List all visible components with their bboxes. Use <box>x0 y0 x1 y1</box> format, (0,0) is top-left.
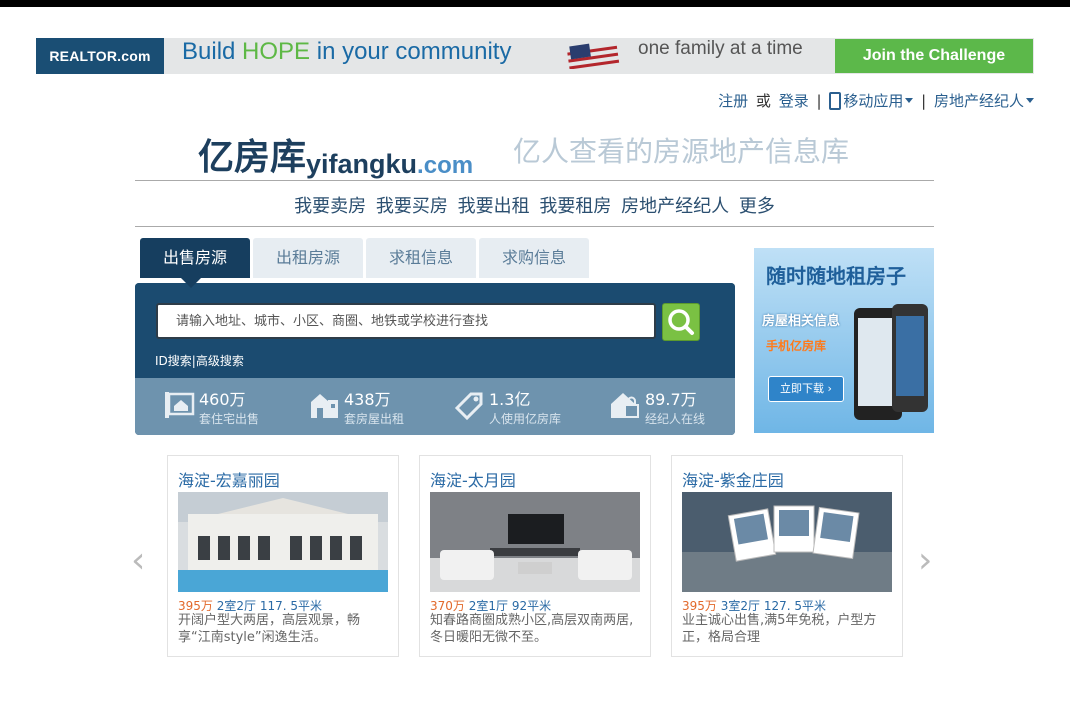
active-tab-pointer <box>181 278 201 288</box>
tab-for-rent[interactable]: 出租房源 <box>253 238 363 278</box>
search-button[interactable] <box>662 303 700 341</box>
top-black-bar <box>0 0 1070 7</box>
mobile-phone-icon <box>829 91 842 110</box>
search-links: ID搜索|高级搜索 <box>155 352 244 369</box>
divider-line <box>135 226 934 227</box>
phone-image <box>892 304 928 412</box>
tab-wanted-rent[interactable]: 求租信息 <box>366 238 476 278</box>
listing-info: 2室1厅 92平米 <box>468 599 552 613</box>
stat-value: 438万 <box>344 390 391 409</box>
listing-price: 395万 <box>178 599 213 613</box>
logo-en: yifangku <box>306 149 418 179</box>
nav-rent[interactable]: 我要租房 <box>539 196 611 217</box>
divider: | <box>816 91 822 110</box>
carousel-prev-button[interactable]: ‹ <box>131 543 145 579</box>
hope-suffix: in your community <box>310 38 512 65</box>
listing-title[interactable]: 海淀-太月园 <box>430 467 516 491</box>
nav-agents[interactable]: 房地产经纪人 <box>621 196 729 217</box>
listing-card[interactable]: 海淀-紫金庄园 395万 3室2厅 127. 5平米 业主诚心出售,满5年免税，… <box>671 455 903 657</box>
family-slogan: one family at a time <box>638 38 803 59</box>
login-link[interactable]: 登录 <box>779 90 809 111</box>
chevron-down-icon <box>905 98 914 103</box>
site-logo[interactable]: 亿房库yifangku.com <box>198 128 473 180</box>
nav-buy[interactable]: 我要买房 <box>376 196 448 217</box>
ad-line2: 手机亿房库 <box>766 339 827 353</box>
listing-card[interactable]: 海淀-宏嘉丽园 395万 2室2厅 117. 5平米 开阔户型大两居，高层观景，… <box>167 455 399 657</box>
or-text: 或 <box>755 92 771 110</box>
mobile-app-ad[interactable]: 随时随地租房子 房屋相关信息 手机亿房库 立即下载 › <box>754 248 934 433</box>
listing-price: 370万 <box>430 599 465 613</box>
stat-label: 套房屋出租 <box>344 412 405 426</box>
search-panel: ID搜索|高级搜索 460万 套住宅出售 438万 套房屋出租 1.3亿 人使用… <box>135 283 735 435</box>
tab-wanted-buy[interactable]: 求购信息 <box>479 238 589 278</box>
hope-word: HOPE <box>242 38 311 65</box>
nav-sell[interactable]: 我要卖房 <box>294 196 366 217</box>
flag-icon <box>564 43 624 69</box>
listing-price: 395万 <box>682 599 717 613</box>
stat-value: 89.7万 <box>645 390 697 409</box>
hope-prefix: Build <box>182 38 243 65</box>
chevron-down-icon <box>1026 98 1034 103</box>
join-challenge-button[interactable]: Join the Challenge <box>835 39 1033 73</box>
search-icon <box>668 309 694 335</box>
ad-download-button[interactable]: 立即下载 › <box>768 376 844 402</box>
lock-house-icon <box>611 393 639 418</box>
register-link[interactable]: 注册 <box>718 90 748 111</box>
tag-icon <box>454 392 483 420</box>
stat-value: 1.3亿 <box>489 390 531 409</box>
advanced-search-link[interactable]: 高级搜索 <box>196 354 244 368</box>
nav-more[interactable]: 更多 <box>739 196 775 217</box>
agent-menu[interactable]: 房地产经纪人 <box>934 90 1034 111</box>
nav-rent-out[interactable]: 我要出租 <box>458 196 530 217</box>
logo-domain: .com <box>417 152 474 179</box>
tab-for-sale[interactable]: 出售房源 <box>140 238 250 278</box>
mobile-app-menu[interactable]: 移动应用 <box>829 90 914 111</box>
listing-info: 2室2厅 117. 5平米 <box>216 599 322 613</box>
listing-title[interactable]: 海淀-紫金庄园 <box>682 467 784 491</box>
carousel-next-button[interactable]: › <box>918 543 932 579</box>
promo-banner[interactable]: REALTOR.com Build HOPE in your community… <box>36 38 1034 74</box>
stat-label: 人使用亿房库 <box>489 412 562 426</box>
listing-description: 知春路商圈成熟小区,高层双南两居,冬日暖阳无微不至。 <box>430 613 634 645</box>
divider-line <box>135 180 934 181</box>
mobile-app-label: 移动应用 <box>843 92 904 110</box>
search-input[interactable] <box>156 303 656 339</box>
listing-description: 业主诚心出售,满5年免税，户型方正，格局合理 <box>682 613 877 645</box>
logo-cn: 亿房库 <box>198 137 307 178</box>
house-sale-icon <box>165 392 195 418</box>
listing-title[interactable]: 海淀-宏嘉丽园 <box>178 467 280 491</box>
listing-description: 开阔户型大两居，高层观景，畅享“江南style”闲逸生活。 <box>178 613 361 645</box>
stat-value: 460万 <box>199 390 246 409</box>
stat-label: 经纪人在线 <box>645 412 706 426</box>
agent-menu-label: 房地产经纪人 <box>933 92 1024 110</box>
listing-info: 3室2厅 127. 5平米 <box>720 599 826 613</box>
stat-label: 套住宅出售 <box>199 412 260 426</box>
hope-slogan: Build HOPE in your community <box>182 38 511 74</box>
top-links: 注册 或 登录 | 移动应用 | 房地产经纪人 <box>718 90 1034 112</box>
ad-headline: 随时随地租房子 <box>766 264 906 288</box>
listing-photo[interactable] <box>430 492 640 592</box>
divider: | <box>921 91 927 110</box>
id-search-link[interactable]: ID搜索 <box>155 354 192 368</box>
site-slogan: 亿人查看的房源地产信息库 <box>513 135 850 168</box>
listing-photo[interactable] <box>682 492 892 592</box>
ad-line1: 房屋相关信息 <box>762 314 841 329</box>
listing-photo[interactable] <box>178 492 388 592</box>
building-rent-icon <box>311 394 338 418</box>
main-nav: 我要卖房 我要买房 我要出租 我要租房 房地产经纪人 更多 <box>135 192 934 218</box>
listing-card[interactable]: 海淀-太月园 370万 2室1厅 92平米 知春路商圈成熟小区,高层双南两居,冬… <box>419 455 651 657</box>
realtor-logo: REALTOR.com <box>36 38 164 74</box>
